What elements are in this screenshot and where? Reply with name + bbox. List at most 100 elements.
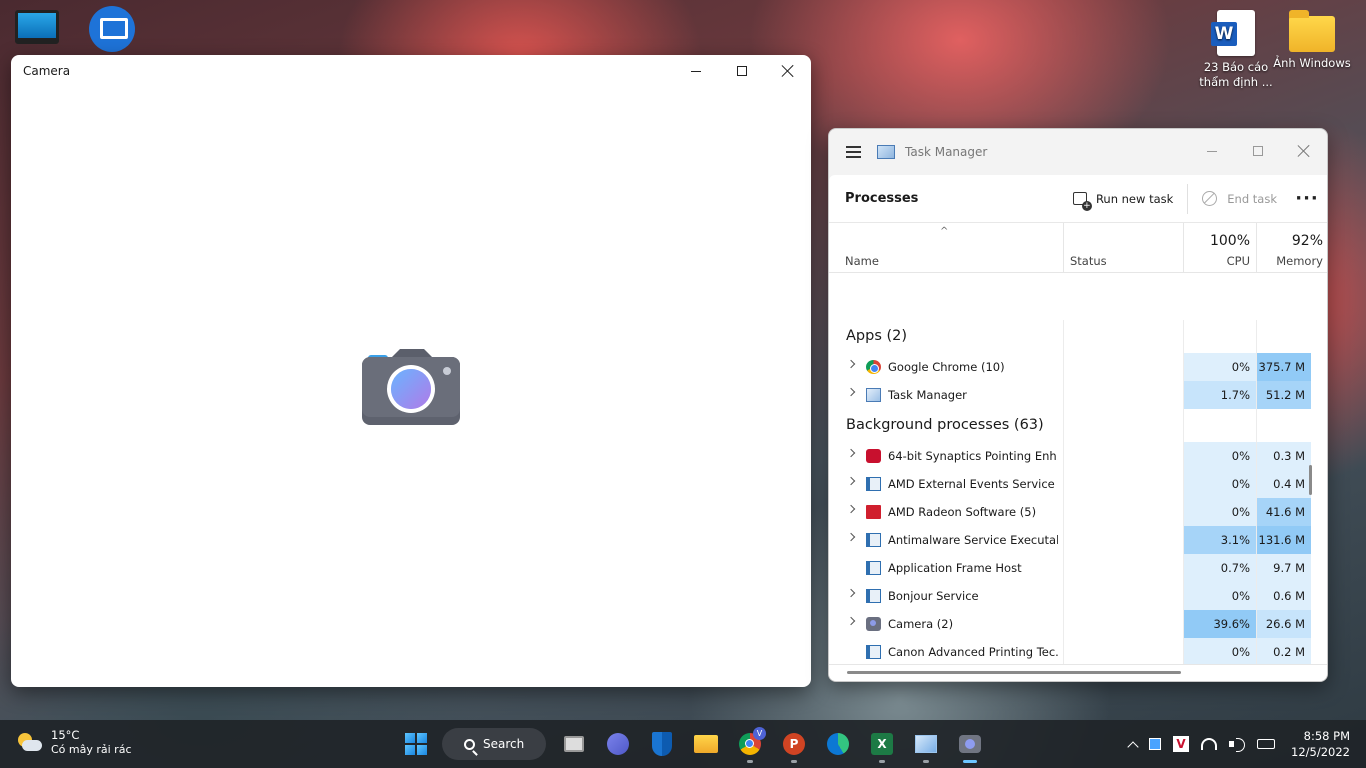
task-view-button[interactable] [552, 724, 596, 764]
edge-icon [827, 733, 849, 755]
clock[interactable]: 8:58 PM 12/5/2022 [1291, 728, 1350, 760]
end-task-button[interactable]: End task [1192, 183, 1287, 215]
cpu-total-percent: 100% [1209, 233, 1250, 249]
process-row[interactable]: Task Manager 1.7% 51.2 M [829, 381, 1327, 409]
task-manager-titlebar[interactable]: Task Manager [829, 129, 1327, 175]
process-row[interactable]: AMD External Events Service ... 0% 0.4 M [829, 470, 1327, 498]
tray-app-button[interactable] [1149, 738, 1162, 750]
search-label: Search [483, 737, 525, 751]
horizontal-scrollbar[interactable] [847, 671, 1181, 674]
camera-window: Camera [11, 55, 811, 687]
excel-taskbar-button[interactable]: X [860, 724, 904, 764]
security-app-button[interactable] [640, 724, 684, 764]
chevron-up-icon [1127, 740, 1139, 753]
toolbar-divider [1187, 183, 1189, 214]
taskbar-search[interactable]: Search [442, 728, 546, 760]
chevron-right-icon[interactable] [846, 532, 856, 542]
run-task-icon [1072, 192, 1092, 211]
desktop-icon-remote-desktop[interactable] [72, 6, 152, 56]
close-button[interactable] [1281, 136, 1327, 166]
process-row[interactable]: Bonjour Service 0% 0.6 M [829, 582, 1327, 610]
powerpoint-taskbar-button[interactable]: P [772, 724, 816, 764]
weather-description: Có mây rải rác [51, 743, 132, 756]
desktop-icon-this-pc[interactable] [0, 10, 77, 48]
excel-icon: X [871, 733, 893, 755]
process-memory: 0.2 M [1257, 638, 1311, 665]
chevron-right-icon[interactable] [846, 387, 856, 397]
start-button[interactable] [394, 724, 438, 764]
file-explorer-button[interactable] [684, 724, 728, 764]
more-options-button[interactable]: ··· [1287, 189, 1327, 207]
clock-time: 8:58 PM [1303, 729, 1350, 743]
process-memory: 0.6 M [1257, 582, 1311, 610]
process-cpu: 0% [1184, 498, 1256, 526]
group-header-background[interactable]: Background processes (63) [829, 409, 1327, 442]
close-button[interactable] [765, 55, 811, 87]
folder-icon [694, 735, 718, 753]
process-row[interactable]: Canon Advanced Printing Tec... 0% 0.2 M [829, 638, 1327, 665]
volume-button[interactable] [1229, 738, 1246, 752]
service-icon [866, 477, 881, 491]
minimize-icon [691, 70, 701, 72]
process-memory: 0.4 M [1257, 470, 1311, 498]
vietnamese-input-button[interactable]: V [1173, 736, 1190, 752]
maximize-button[interactable] [719, 55, 765, 87]
process-row[interactable]: Google Chrome (10) 0% 375.7 M [829, 353, 1327, 381]
battery-button[interactable] [1257, 739, 1276, 749]
chevron-right-icon[interactable] [846, 476, 856, 486]
chevron-right-icon[interactable] [846, 504, 856, 514]
desktop-icon-anh-windows[interactable]: Ảnh Windows [1272, 10, 1352, 71]
process-cpu: 0% [1184, 442, 1256, 470]
service-icon [866, 561, 881, 575]
process-row[interactable]: Antimalware Service Executable 3.1% 131.6 … [829, 526, 1327, 554]
task-view-icon [564, 736, 584, 752]
desktop-icon-word-doc[interactable]: 23 Báo cáo thẩm định ... [1196, 10, 1276, 90]
group-header-apps[interactable]: Apps (2) [829, 320, 1327, 353]
edge-taskbar-button[interactable] [816, 724, 860, 764]
chevron-right-icon[interactable] [846, 359, 856, 369]
running-indicator [879, 760, 885, 763]
minimize-button[interactable] [1189, 136, 1235, 166]
chrome-icon [866, 360, 881, 374]
sort-ascending-icon: ^ [940, 226, 949, 237]
synaptics-icon [866, 449, 881, 463]
camera-titlebar[interactable]: Camera [11, 55, 811, 87]
chevron-right-icon[interactable] [846, 448, 856, 458]
process-memory: 131.6 M [1257, 526, 1311, 554]
process-cpu: 0% [1184, 353, 1256, 381]
navigation-menu-button[interactable] [829, 129, 877, 175]
column-header-label: Name [845, 254, 879, 268]
camera-taskbar-button[interactable] [948, 724, 992, 764]
chrome-taskbar-button[interactable]: V [728, 724, 772, 764]
process-name: AMD Radeon Software (5) [888, 505, 1037, 519]
chevron-right-icon[interactable] [846, 588, 856, 598]
divider [829, 664, 1327, 665]
column-header-name[interactable]: ^ Name [845, 223, 1063, 273]
minimize-button[interactable] [673, 55, 719, 87]
process-row[interactable]: AMD Radeon Software (5) 0% 41.6 M [829, 498, 1327, 526]
network-button[interactable] [1201, 738, 1218, 750]
process-name: Canon Advanced Printing Tec... [888, 645, 1058, 659]
vertical-scrollbar[interactable] [1309, 465, 1312, 495]
process-name: Bonjour Service [888, 589, 979, 603]
chat-button[interactable] [596, 724, 640, 764]
column-header-memory[interactable]: 92% Memory [1256, 223, 1327, 273]
column-header-cpu[interactable]: 100% CPU [1183, 223, 1256, 273]
task-manager-window: Task Manager Processes Run new task End … [828, 128, 1328, 682]
task-manager-taskbar-button[interactable] [904, 724, 948, 764]
minimize-icon [1207, 150, 1217, 152]
process-memory: 51.2 M [1257, 381, 1311, 409]
run-new-task-button[interactable]: Run new task [1063, 183, 1183, 215]
process-row[interactable]: Camera (2) 39.6% 26.6 M [829, 610, 1327, 638]
weather-widget[interactable]: 15°C Có mây rải rác [16, 728, 132, 757]
process-row[interactable]: 64-bit Synaptics Pointing Enh... 0% 0.3 M [829, 442, 1327, 470]
process-row[interactable]: Application Frame Host 0.7% 9.7 M [829, 554, 1327, 582]
column-header-label: CPU [1226, 254, 1250, 268]
window-title: Task Manager [905, 145, 988, 159]
show-hidden-icons-button[interactable] [1127, 738, 1139, 753]
maximize-button[interactable] [1235, 136, 1281, 166]
maximize-icon [1253, 146, 1263, 156]
chevron-right-icon[interactable] [846, 616, 856, 626]
column-header-status[interactable]: Status [1063, 223, 1183, 273]
running-indicator [791, 760, 797, 763]
